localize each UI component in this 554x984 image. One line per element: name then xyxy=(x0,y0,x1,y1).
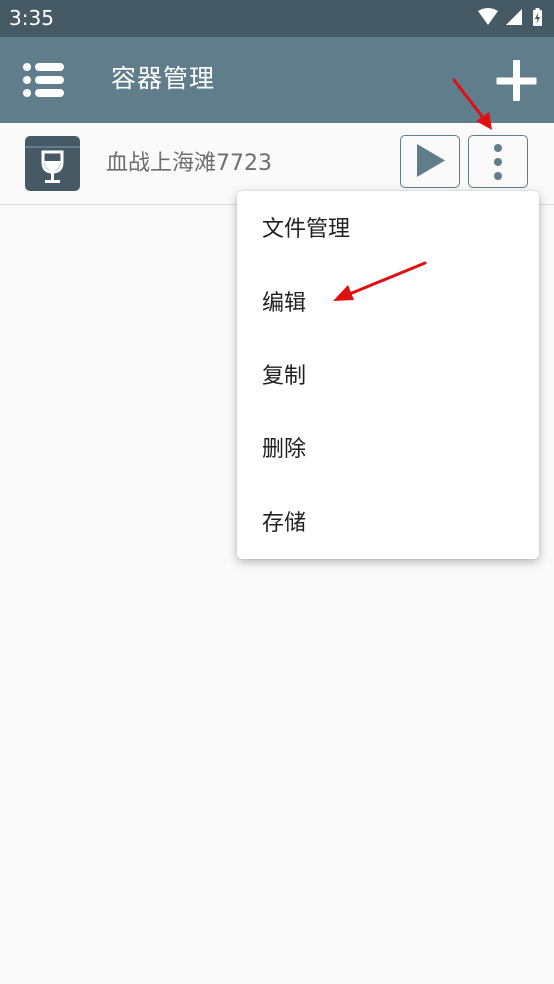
status-time: 3:35 xyxy=(9,6,54,30)
container-name: 血战上海滩7723 xyxy=(106,151,272,176)
plus-icon xyxy=(496,60,537,101)
menu-item-label: 文件管理 xyxy=(262,217,351,242)
menu-item-label: 存储 xyxy=(262,511,307,536)
wine-glass-box-icon xyxy=(24,135,81,192)
more-options-button[interactable] xyxy=(468,135,528,188)
signal-icon xyxy=(506,9,522,25)
menu-item-file-manage[interactable]: 文件管理 xyxy=(237,193,539,267)
status-icons xyxy=(476,7,546,29)
page-title: 容器管理 xyxy=(111,64,216,93)
more-vertical-icon xyxy=(494,144,502,180)
menu-list-icon xyxy=(23,63,64,97)
menu-button[interactable] xyxy=(18,57,68,103)
run-container-button[interactable] xyxy=(400,135,460,188)
battery-charging-icon xyxy=(533,8,542,26)
menu-item-label: 复制 xyxy=(262,364,307,389)
app-bar: 容器管理 xyxy=(0,37,554,123)
wifi-icon xyxy=(478,8,498,25)
menu-item-edit[interactable]: 编辑 xyxy=(237,267,539,341)
menu-item-copy[interactable]: 复制 xyxy=(237,340,539,414)
menu-item-label: 删除 xyxy=(262,437,307,462)
popup-menu: 文件管理 编辑 复制 删除 存储 xyxy=(237,191,539,559)
add-container-button[interactable] xyxy=(492,57,542,105)
menu-item-delete[interactable]: 删除 xyxy=(237,413,539,487)
status-bar: 3:35 xyxy=(0,0,554,37)
menu-item-storage[interactable]: 存储 xyxy=(237,487,539,561)
menu-item-label: 编辑 xyxy=(262,291,307,316)
play-icon xyxy=(417,144,445,177)
